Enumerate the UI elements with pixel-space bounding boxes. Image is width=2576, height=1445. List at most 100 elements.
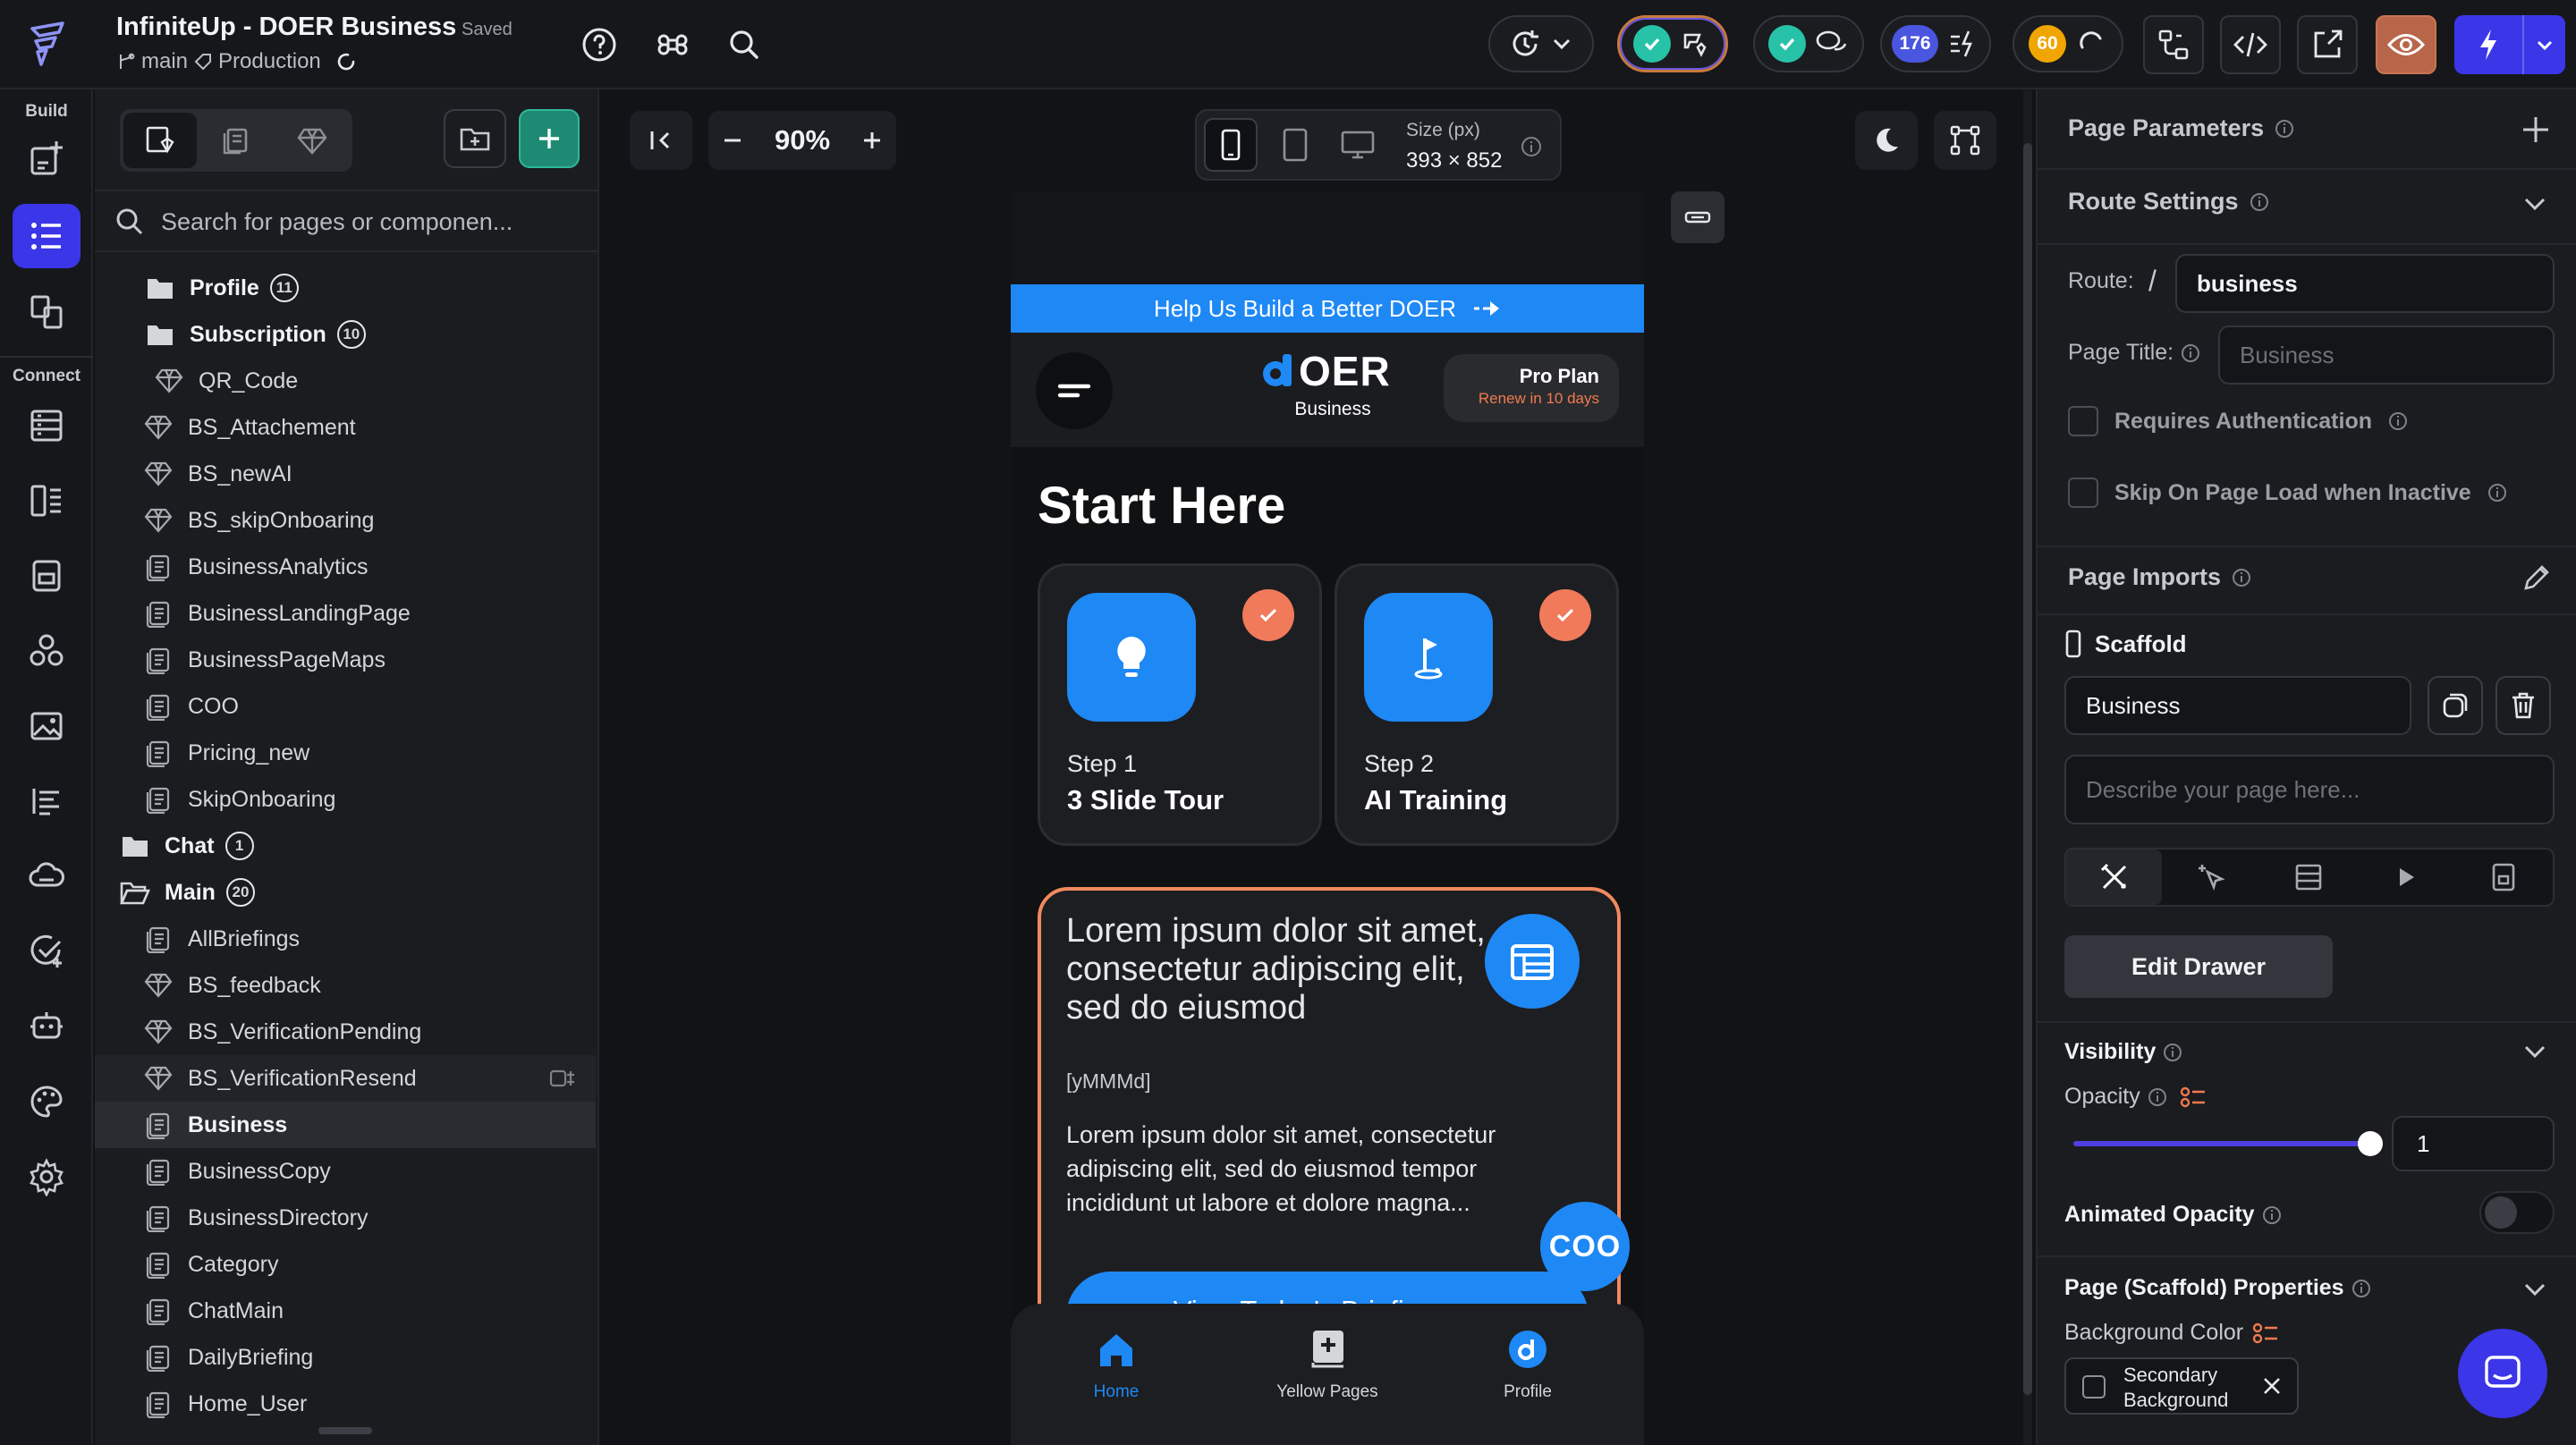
canvas-scrollbar[interactable] bbox=[2023, 143, 2032, 1395]
tree-item[interactable]: QR_Code bbox=[95, 358, 596, 404]
pro-plan-chip[interactable]: Pro Plan Renew in 10 days bbox=[1444, 354, 1619, 422]
tree-item[interactable]: BS_newAI bbox=[95, 451, 596, 497]
chevron-down-icon[interactable] bbox=[2521, 1037, 2549, 1066]
comments-status-button[interactable] bbox=[1753, 15, 1864, 72]
tab-actions[interactable] bbox=[2162, 849, 2259, 905]
flow-button[interactable] bbox=[2143, 15, 2204, 74]
route-input[interactable]: business bbox=[2175, 254, 2555, 313]
visibility-header[interactable]: Visibility bbox=[2064, 1039, 2182, 1065]
dark-mode-toggle[interactable] bbox=[1855, 111, 1918, 170]
tree-item[interactable]: Home_User bbox=[95, 1381, 596, 1427]
flutterflow-logo-icon[interactable] bbox=[21, 16, 75, 70]
tree-item[interactable]: BS_VerificationResend bbox=[95, 1055, 596, 1102]
tree-item[interactable]: BusinessDirectory bbox=[95, 1195, 596, 1241]
tab-pages[interactable] bbox=[123, 113, 197, 168]
edit-pencil-icon[interactable] bbox=[2521, 563, 2551, 594]
chevron-down-icon[interactable] bbox=[2521, 190, 2549, 218]
history-button[interactable] bbox=[1488, 15, 1594, 72]
tree-item[interactable]: Category bbox=[95, 1241, 596, 1288]
add-page-button[interactable] bbox=[519, 109, 580, 168]
info-icon[interactable] bbox=[2275, 119, 2294, 139]
collapse-panel-button[interactable] bbox=[630, 111, 692, 170]
tree-item[interactable]: COO bbox=[95, 683, 596, 730]
support-chat-button[interactable] bbox=[2458, 1329, 2547, 1418]
tab-animations[interactable] bbox=[2358, 849, 2455, 905]
tree-item[interactable]: BusinessPageMaps bbox=[95, 637, 596, 683]
app-state-button[interactable] bbox=[13, 544, 80, 608]
run-options-button[interactable] bbox=[2524, 15, 2565, 74]
add-parameter-icon[interactable] bbox=[2521, 114, 2551, 145]
storyboard-button[interactable] bbox=[13, 279, 80, 343]
tree-item[interactable]: BusinessCopy bbox=[95, 1148, 596, 1195]
agents-button[interactable] bbox=[13, 994, 80, 1059]
page-title-input[interactable]: Business bbox=[2218, 325, 2555, 384]
tree-folder[interactable]: Main 20 bbox=[95, 869, 596, 916]
layout-tools-button[interactable] bbox=[1934, 111, 1996, 170]
tree-item[interactable]: BusinessLandingPage bbox=[95, 590, 596, 637]
ai-agent-status-button[interactable] bbox=[1617, 15, 1728, 72]
opacity-slider[interactable] bbox=[2073, 1141, 2370, 1146]
opacity-input[interactable]: 1 bbox=[2392, 1116, 2555, 1171]
page-description-input[interactable]: Describe your page here... bbox=[2064, 755, 2555, 824]
tab-library[interactable] bbox=[277, 113, 347, 168]
hide-appbar-button[interactable] bbox=[1671, 191, 1724, 243]
tree-item[interactable]: BS_skipOnboaring bbox=[95, 497, 596, 544]
issues-button[interactable]: 176 bbox=[1880, 15, 1991, 72]
info-icon[interactable] bbox=[2181, 343, 2200, 363]
nav-home[interactable]: Home bbox=[1064, 1323, 1168, 1422]
info-icon[interactable] bbox=[2262, 1205, 2282, 1225]
feedback-banner[interactable]: Help Us Build a Better DOER bbox=[1011, 284, 1644, 333]
delete-page-button[interactable] bbox=[2496, 676, 2551, 735]
menu-button[interactable] bbox=[1036, 352, 1113, 429]
search-field[interactable]: Search for pages or componen... bbox=[114, 197, 580, 247]
settings-button[interactable] bbox=[13, 1145, 80, 1209]
close-icon[interactable] bbox=[2261, 1375, 2283, 1397]
tree-folder[interactable]: Chat 1 bbox=[95, 823, 596, 869]
integrations-button[interactable] bbox=[13, 1069, 80, 1134]
scaffold-name-input[interactable]: Business bbox=[2064, 676, 2411, 735]
widget-tree-button[interactable] bbox=[13, 204, 80, 268]
data-types-button[interactable] bbox=[13, 393, 80, 458]
new-folder-button[interactable] bbox=[444, 109, 506, 168]
code-view-button[interactable] bbox=[2220, 15, 2281, 74]
info-icon[interactable] bbox=[2487, 483, 2507, 503]
tree-folder[interactable]: Subscription 10 bbox=[95, 311, 596, 358]
bg-color-picker[interactable]: Secondary Background bbox=[2064, 1357, 2299, 1415]
variable-binding-icon[interactable] bbox=[2252, 1322, 2279, 1345]
tree-item[interactable]: SkipOnboaring bbox=[95, 776, 596, 823]
tree-item[interactable]: ChatMain bbox=[95, 1288, 596, 1334]
chevron-down-icon[interactable] bbox=[2521, 1275, 2549, 1304]
tree-item[interactable]: BS_Attachement bbox=[95, 404, 596, 451]
tree-item[interactable]: DailyBriefing bbox=[95, 1334, 596, 1381]
tree-item[interactable]: BS_VerificationPending bbox=[95, 1009, 596, 1055]
nav-yellow-pages[interactable]: Yellow Pages bbox=[1258, 1323, 1397, 1422]
device-phone-button[interactable] bbox=[1204, 118, 1258, 172]
run-button[interactable] bbox=[2454, 15, 2524, 74]
search-input[interactable]: Search for pages or componen... bbox=[161, 208, 513, 236]
duplicate-page-button[interactable] bbox=[2428, 676, 2483, 735]
add-widget-button[interactable] bbox=[13, 127, 80, 191]
tree-item[interactable]: Pricing_new bbox=[95, 730, 596, 776]
run-button-group[interactable] bbox=[2454, 15, 2565, 74]
tree-item[interactable]: Business bbox=[95, 1102, 596, 1148]
warnings-button[interactable]: 60 bbox=[2012, 15, 2123, 72]
tab-state[interactable] bbox=[2455, 849, 2553, 905]
skip-on-load-checkbox[interactable] bbox=[2068, 477, 2098, 508]
info-icon[interactable] bbox=[2250, 192, 2269, 212]
custom-code-button[interactable] bbox=[13, 619, 80, 683]
step-card-1[interactable]: Step 1 3 Slide Tour bbox=[1038, 563, 1322, 846]
firestore-button[interactable] bbox=[13, 469, 80, 533]
help-icon[interactable] bbox=[581, 27, 617, 63]
tests-button[interactable] bbox=[13, 919, 80, 984]
zoom-in-icon[interactable] bbox=[860, 129, 884, 152]
scaffold-properties-header[interactable]: Page (Scaffold) Properties bbox=[2064, 1275, 2371, 1301]
info-icon[interactable] bbox=[2388, 411, 2408, 431]
zoom-out-icon[interactable] bbox=[721, 129, 744, 152]
info-icon[interactable] bbox=[2351, 1279, 2371, 1298]
search-icon[interactable] bbox=[726, 27, 762, 63]
opacity-slider-thumb[interactable] bbox=[2358, 1131, 2383, 1156]
tree-item[interactable]: AllBriefings bbox=[95, 916, 596, 962]
tree-folder[interactable]: Profile 11 bbox=[95, 265, 596, 311]
preview-button[interactable] bbox=[2376, 15, 2436, 74]
device-tablet-button[interactable] bbox=[1268, 118, 1322, 172]
